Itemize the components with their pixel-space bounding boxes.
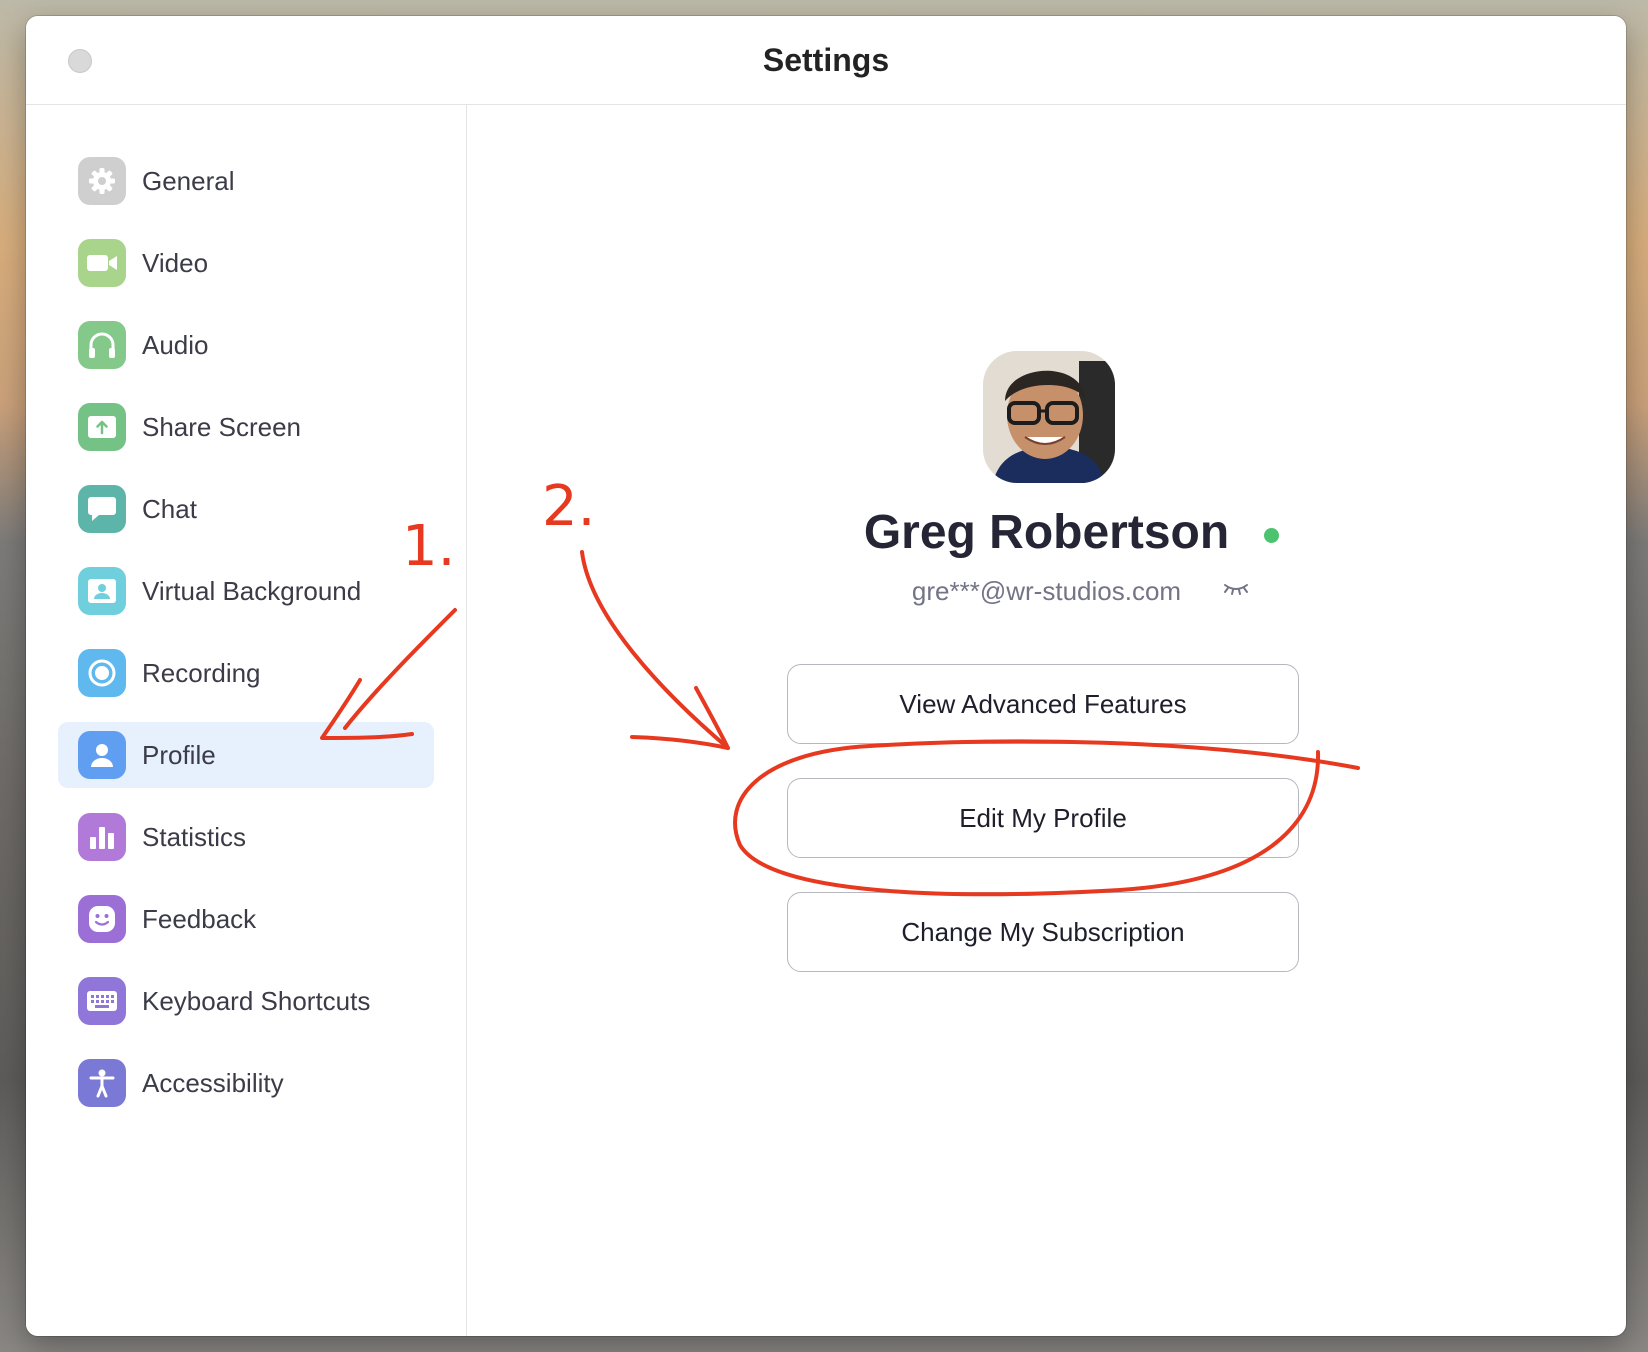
sidebar-item-label: Audio bbox=[142, 330, 209, 360]
settings-window: Settings General Video Audio Share Scree… bbox=[26, 16, 1626, 1336]
settings-sidebar: General Video Audio Share Screen Chat Vi… bbox=[26, 105, 467, 1336]
title-bar: Settings bbox=[26, 16, 1626, 105]
share-screen-icon bbox=[78, 403, 126, 451]
edit-my-profile-button[interactable]: Edit My Profile bbox=[787, 778, 1299, 858]
online-status-dot bbox=[1264, 528, 1279, 543]
avatar[interactable] bbox=[983, 351, 1115, 483]
sidebar-item-label: General bbox=[142, 166, 235, 196]
change-my-subscription-button[interactable]: Change My Subscription bbox=[787, 892, 1299, 972]
sidebar-item-label: Accessibility bbox=[142, 1068, 284, 1098]
window-title: Settings bbox=[762, 42, 890, 78]
sidebar-item-statistics[interactable]: Statistics bbox=[58, 804, 434, 870]
bar-chart-icon bbox=[78, 813, 126, 861]
sidebar-item-accessibility[interactable]: Accessibility bbox=[58, 1050, 434, 1116]
profile-email: gre***@wr-studios.com bbox=[911, 576, 1182, 606]
hidden-eye-icon[interactable] bbox=[1223, 579, 1249, 597]
accessibility-icon bbox=[78, 1059, 126, 1107]
sidebar-item-virtual-background[interactable]: Virtual Background bbox=[58, 558, 434, 624]
profile-name: Greg Robertson bbox=[863, 506, 1230, 559]
video-camera-icon bbox=[78, 239, 126, 287]
gear-icon bbox=[78, 157, 126, 205]
sidebar-item-recording[interactable]: Recording bbox=[58, 640, 434, 706]
sidebar-item-label: Feedback bbox=[142, 904, 257, 934]
smiley-icon bbox=[78, 895, 126, 943]
sidebar-item-label: Chat bbox=[142, 494, 197, 524]
sidebar-item-label: Profile bbox=[142, 740, 216, 770]
sidebar-item-share-screen[interactable]: Share Screen bbox=[58, 394, 434, 460]
sidebar-item-label: Share Screen bbox=[142, 412, 301, 442]
person-icon bbox=[78, 731, 126, 779]
sidebar-item-chat[interactable]: Chat bbox=[58, 476, 434, 542]
sidebar-item-label: Recording bbox=[142, 658, 261, 688]
view-advanced-features-button[interactable]: View Advanced Features bbox=[787, 664, 1299, 744]
sidebar-item-feedback[interactable]: Feedback bbox=[58, 886, 434, 952]
sidebar-item-audio[interactable]: Audio bbox=[58, 312, 434, 378]
record-icon bbox=[78, 649, 126, 697]
sidebar-item-label: Video bbox=[142, 248, 209, 278]
sidebar-item-general[interactable]: General bbox=[58, 148, 434, 214]
sidebar-item-label: Virtual Background bbox=[142, 576, 362, 606]
sidebar-item-video[interactable]: Video bbox=[58, 230, 434, 296]
sidebar-item-label: Keyboard Shortcuts bbox=[142, 986, 371, 1016]
sidebar-item-keyboard-shortcuts[interactable]: Keyboard Shortcuts bbox=[58, 968, 434, 1034]
virtual-background-icon bbox=[78, 567, 126, 615]
keyboard-icon bbox=[78, 977, 126, 1025]
headphones-icon bbox=[78, 321, 126, 369]
profile-panel: Greg Robertson gre***@wr-studios.com Vie… bbox=[467, 105, 1626, 1336]
sidebar-item-label: Statistics bbox=[142, 822, 247, 852]
chat-bubble-icon bbox=[78, 485, 126, 533]
sidebar-item-profile[interactable]: Profile bbox=[58, 722, 434, 788]
